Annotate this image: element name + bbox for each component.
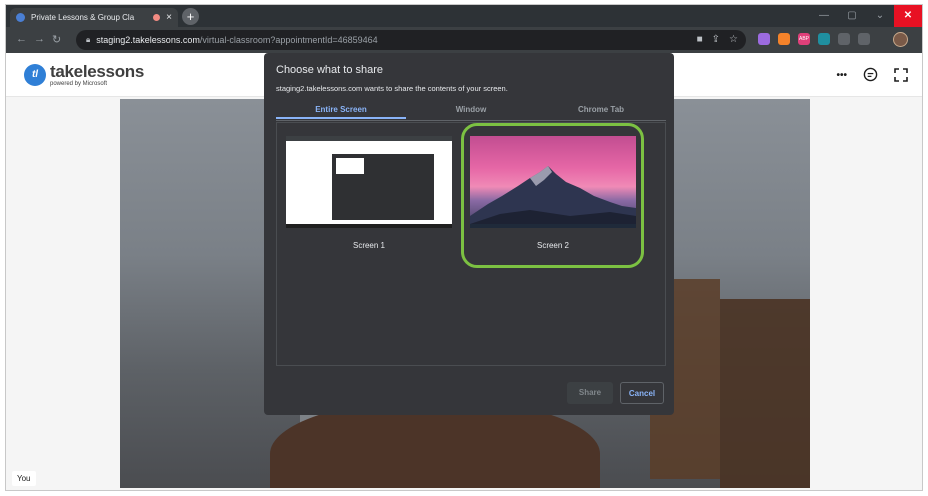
logo-subtitle: powered by Microsoft (50, 81, 108, 87)
tab-chrome-tab[interactable]: Chrome Tab (536, 103, 666, 119)
share-screen-dialog: Choose what to share staging2.takelesson… (264, 53, 674, 415)
more-options-icon[interactable]: ••• (836, 68, 847, 84)
back-arrow-icon[interactable]: ← (16, 33, 27, 45)
tab-title: Private Lessons & Group Cla (31, 13, 135, 22)
minimize-button[interactable]: — (810, 5, 838, 27)
forward-arrow-icon[interactable]: → (34, 33, 45, 45)
share-button[interactable]: Share (567, 382, 613, 404)
close-window-button[interactable]: ✕ (894, 5, 922, 27)
lock-icon[interactable]: 🔒︎ (86, 35, 90, 45)
screen-2-thumbnail[interactable] (470, 136, 636, 228)
adblock-icon[interactable]: ABP (798, 33, 810, 45)
share-icon[interactable]: ⇪ (712, 34, 720, 45)
browser-tab[interactable]: Private Lessons & Group Cla × (10, 8, 178, 27)
screen-1-thumbnail[interactable] (286, 136, 452, 228)
logo-name: takelessons (50, 62, 145, 81)
extension-icon-purple[interactable] (758, 33, 770, 45)
takelessons-logo-icon: tl (24, 64, 46, 86)
bookmark-star-icon[interactable]: ☆ (729, 34, 738, 45)
share-source-tabs: Entire Screen Window Chrome Tab (276, 103, 666, 119)
dialog-subtitle: staging2.takelessons.com wants to share … (276, 84, 508, 93)
url-path: /virtual-classroom?appointmentId=4685946… (199, 35, 378, 45)
maximize-button[interactable]: ▢ (838, 5, 866, 27)
tab-window[interactable]: Window (406, 103, 536, 119)
tabs-divider (276, 120, 666, 121)
extension-icon-teal[interactable] (818, 33, 830, 45)
screen-2-label: Screen 2 (536, 241, 570, 250)
extension-icon-orange[interactable] (778, 33, 790, 45)
extension-icon-grey[interactable] (838, 33, 850, 45)
address-bar[interactable]: 🔒︎ staging2.takelessons.com /virtual-cla… (76, 30, 746, 50)
screen-1-label: Screen 1 (352, 241, 386, 250)
browser-toolbar: ← → ↻ 🔒︎ staging2.takelessons.com /virtu… (6, 27, 922, 53)
new-tab-button[interactable]: + (182, 8, 199, 25)
tab-search-chevron-icon[interactable]: ⌄ (866, 5, 894, 27)
site-favicon-icon (16, 13, 25, 22)
recording-indicator-icon (153, 14, 161, 21)
tab-strip: Private Lessons & Group Cla × + — ▢ ⌄ ✕ (6, 5, 922, 27)
reload-icon[interactable]: ↻ (52, 33, 61, 46)
cancel-button[interactable]: Cancel (620, 382, 664, 404)
dialog-title: Choose what to share (276, 64, 384, 76)
screen-list: Screen 1 Screen 2 (276, 122, 666, 366)
browser-window: Private Lessons & Group Cla × + — ▢ ⌄ ✕ … (5, 4, 923, 491)
tab-entire-screen[interactable]: Entire Screen (276, 103, 406, 119)
fullscreen-icon[interactable] (894, 67, 908, 85)
profile-avatar[interactable] (893, 32, 908, 47)
background-cabinet (720, 299, 810, 488)
tab-close-icon[interactable]: × (166, 12, 172, 23)
url-host: staging2.takelessons.com (96, 35, 200, 45)
mountain-wallpaper-image (470, 166, 636, 228)
chat-icon[interactable] (863, 67, 878, 85)
camera-icon[interactable]: ■ (697, 34, 703, 45)
self-view-label: You (12, 471, 36, 486)
extensions-puzzle-icon[interactable] (858, 33, 870, 45)
